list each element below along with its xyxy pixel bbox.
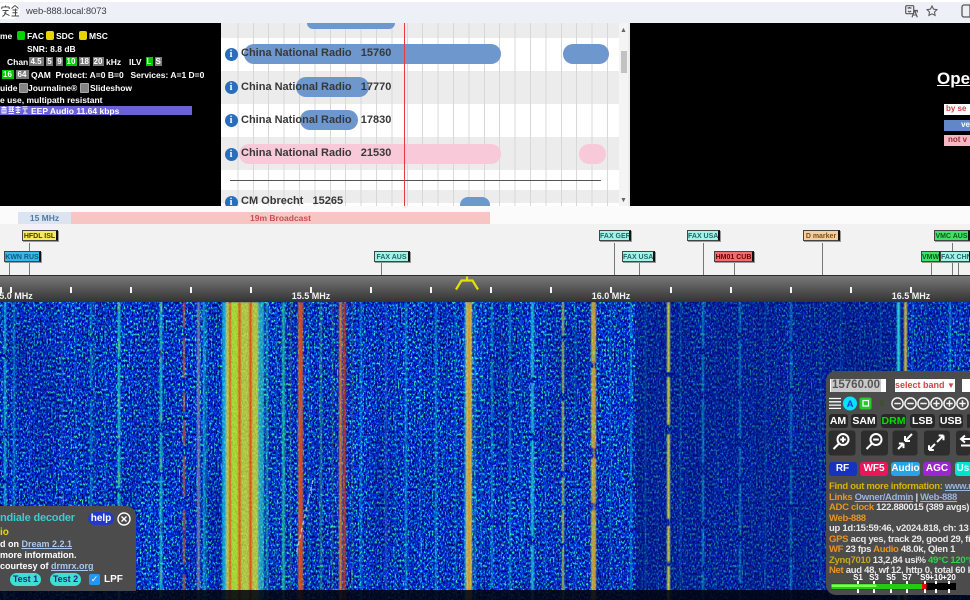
svg-text:S1: S1 xyxy=(853,573,863,582)
svg-text:+20: +20 xyxy=(942,573,956,582)
svg-text:S3: S3 xyxy=(869,573,879,582)
svg-text:+10: +10 xyxy=(929,573,943,582)
svg-text:S7: S7 xyxy=(902,573,912,582)
svg-text:S5: S5 xyxy=(886,573,896,582)
svg-text:A: A xyxy=(847,399,854,410)
